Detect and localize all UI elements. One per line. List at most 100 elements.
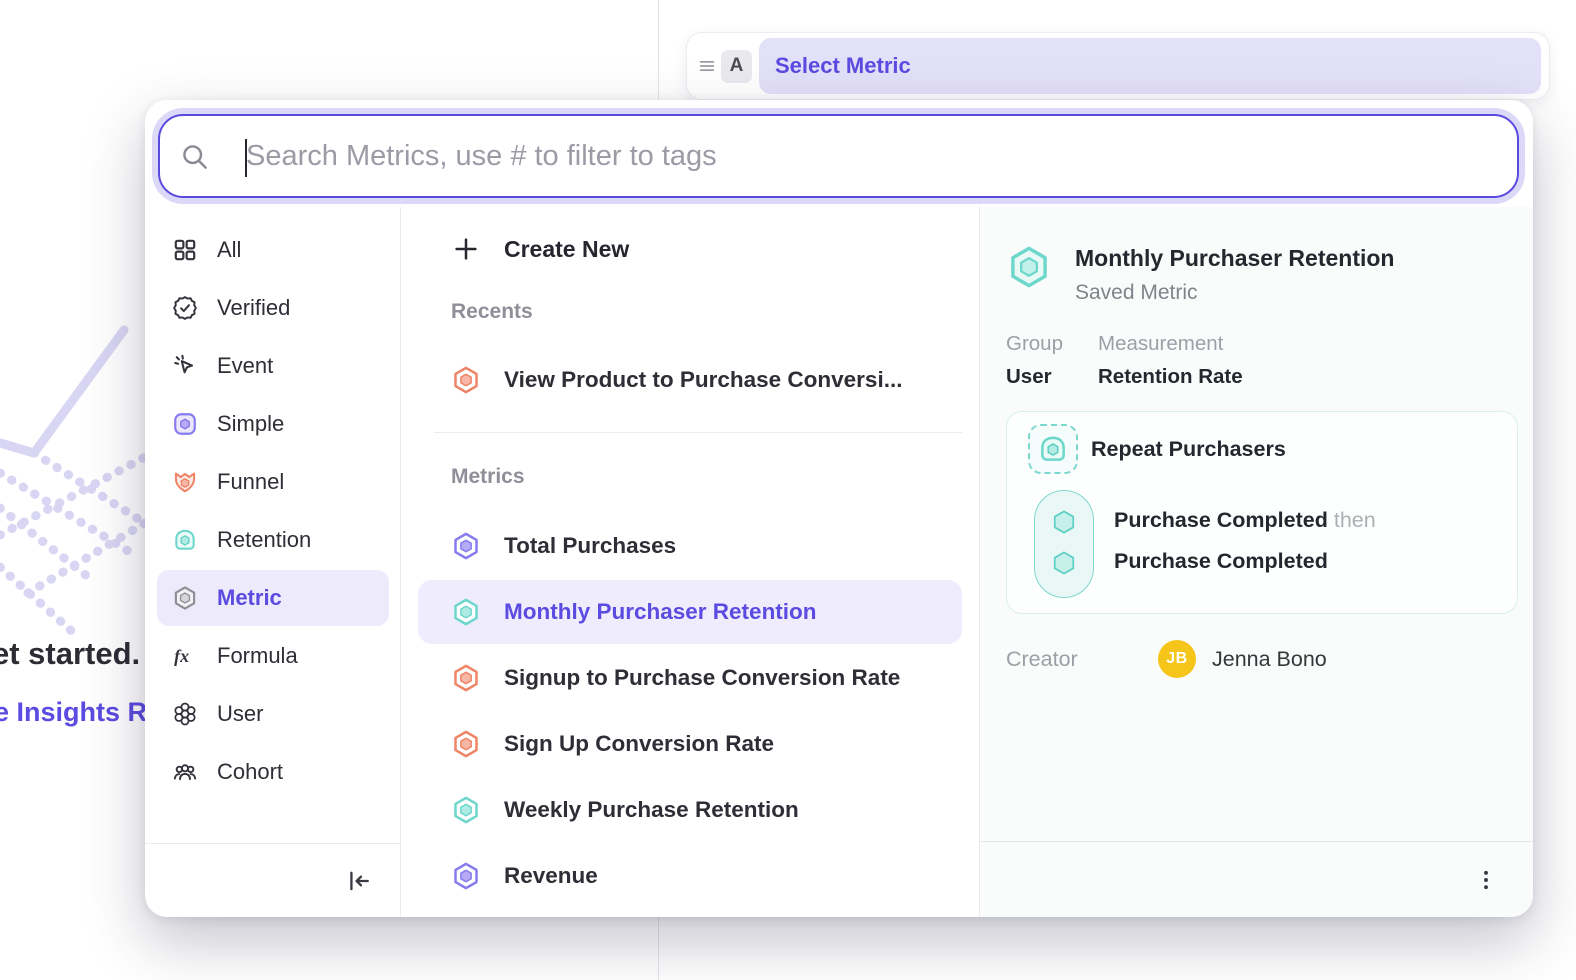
sidebar-item-label: Funnel [217,469,284,495]
background-heading-fragment: et started. [0,636,140,672]
list-item-weekly-purchase-retention[interactable]: Weekly Purchase Retention [418,778,962,842]
sidebar-item-event[interactable]: Event [157,338,389,394]
drag-handle-icon[interactable] [695,54,719,78]
list-item-view-product-to-purchase-conversi[interactable]: View Product to Purchase Conversi... [418,348,962,412]
list-item-label: Signup to Purchase Conversion Rate [504,665,900,691]
list-item-revenue[interactable]: Revenue [418,844,962,908]
sidebar-item-label: All [217,237,241,263]
measurement-field: Measurement Retention Rate [1098,332,1243,389]
metric-picker-modal: All Verified Event Simple Funnel Retention Met… [145,100,1533,917]
select-metric-label: Select Metric [775,53,911,79]
event-icon [172,353,198,379]
metric-icon [172,585,198,611]
sidebar-item-user[interactable]: User [157,686,389,742]
details-header: Monthly Purchaser Retention Saved Metric [1006,244,1519,305]
metric-hex-icon [451,861,481,891]
search-bar [158,114,1519,198]
collapse-sidebar-icon[interactable] [345,867,373,895]
list-item-label: Monthly Purchaser Retention [504,599,817,625]
sidebar-item-verified[interactable]: Verified [157,280,389,336]
background-illustration [0,325,150,665]
funnel-hex-icon [451,365,481,395]
modal-body: All Verified Event Simple Funnel Retention Met… [145,207,1533,917]
sidebar-item-all[interactable]: All [157,222,389,278]
list-item-sign-up-conversion-rate[interactable]: Sign Up Conversion Rate [418,712,962,776]
sidebar-item-formula[interactable]: fx Formula [157,628,389,684]
row-label-badge[interactable]: A [721,50,752,83]
definition-title: Repeat Purchasers [1091,437,1286,462]
creator-name: Jenna Bono [1212,647,1327,672]
funnel-icon [172,469,198,495]
app-screen: et started. e Insights Re A Select Metri… [0,0,1576,980]
section-label-metrics: Metrics [418,465,962,493]
cohort-icon [172,759,198,785]
measurement-label: Measurement [1098,332,1243,356]
definition-header: Repeat Purchasers [1028,424,1517,474]
definition-steps: Purchase Completed then Purchase Complet… [1114,500,1376,598]
metric-hex-icon [451,531,481,561]
definition-step: Purchase Completed [1114,541,1376,582]
sidebar-item-simple[interactable]: Simple [157,396,389,452]
metric-hex-icon [451,729,481,759]
details-footer [980,841,1533,917]
sidebar-item-label: Verified [217,295,290,321]
list-item-label: Sign Up Conversion Rate [504,731,774,757]
sidebar-item-cohort[interactable]: Cohort [157,744,389,800]
retention-icon [172,527,198,553]
details-fields: Group User Measurement Retention Rate [1006,332,1519,389]
more-options-icon[interactable] [1473,867,1499,893]
retention-definition-icon [1028,424,1078,474]
step-hexagon-icon [1049,548,1079,578]
definition-body: Purchase Completed then Purchase Complet… [1028,490,1517,598]
retention-metric-hex-icon [1006,244,1052,290]
metric-details-panel: Monthly Purchaser Retention Saved Metric… [980,207,1533,917]
svg-text:fx: fx [174,646,189,666]
filter-sidebar: All Verified Event Simple Funnel Retention Met… [145,207,401,917]
creator-row: Creator JB Jenna Bono [1006,640,1519,678]
retention-steps-capsule [1034,490,1094,598]
grid-icon [172,237,198,263]
verified-icon [172,295,198,321]
list-item-monthly-purchaser-retention[interactable]: Monthly Purchaser Retention [418,580,962,644]
group-field: Group User [1006,332,1072,389]
text-cursor [245,139,247,177]
search-icon [179,141,210,172]
list-item-label: Weekly Purchase Retention [504,797,799,823]
sidebar-item-label: Retention [217,527,311,553]
sidebar-item-label: User [217,701,263,727]
measurement-value: Retention Rate [1098,365,1243,389]
metric-list-column: Create New Recents View Product to Purcha… [401,207,980,917]
plus-icon [451,234,481,264]
sidebar-item-retention[interactable]: Retention [157,512,389,568]
section-label-recents: Recents [418,300,962,328]
sidebar-item-label: Formula [217,643,298,669]
create-new-button[interactable]: Create New [418,221,962,277]
metric-hex-icon [451,597,481,627]
background-link-fragment[interactable]: e Insights Re [0,697,162,728]
sidebar-item-label: Cohort [217,759,283,785]
list-item-label: Revenue [504,863,598,889]
sidebar-item-funnel[interactable]: Funnel [157,454,389,510]
definition-step: Purchase Completed then [1114,500,1376,541]
sidebar-item-label: Metric [217,585,282,611]
group-label: Group [1006,332,1072,356]
list-item-total-purchases[interactable]: Total Purchases [418,514,962,578]
simple-icon [172,411,198,437]
search-input[interactable] [210,140,1495,173]
details-title: Monthly Purchaser Retention [1075,245,1394,272]
formula-icon: fx [172,643,198,669]
sidebar-item-label: Simple [217,411,284,437]
section-divider [434,432,962,433]
create-new-label: Create New [504,236,629,263]
details-subtitle: Saved Metric [1075,281,1394,305]
sidebar-item-metric[interactable]: Metric [157,570,389,626]
sidebar-footer [145,843,400,917]
user-icon [172,701,198,727]
metric-hex-icon [451,795,481,825]
group-value: User [1006,365,1072,389]
avatar: JB [1158,640,1196,678]
metric-definition-card: Repeat Purchasers Purchase Comp [1006,411,1518,614]
list-item-signup-to-purchase-conversion-rate[interactable]: Signup to Purchase Conversion Rate [418,646,962,710]
creator-label: Creator [1006,647,1158,672]
select-metric-button[interactable]: Select Metric [759,38,1541,94]
